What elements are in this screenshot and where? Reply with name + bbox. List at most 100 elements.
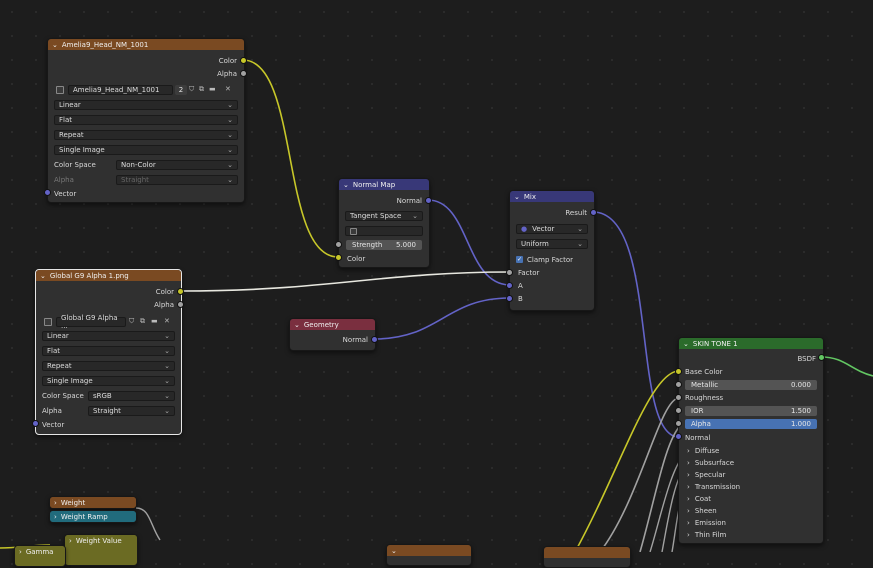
panel-coat[interactable]: › Coat (687, 493, 711, 504)
output-bsdf-label: BSDF (797, 354, 816, 363)
normal-map-node[interactable]: ⌄ Normal Map Normal Tangent Space ⌄ Streng… (338, 178, 430, 268)
weight-node[interactable]: › Weight (49, 496, 137, 509)
bsdf-metallic-socket[interactable] (675, 381, 682, 388)
color-space-select[interactable]: Non-Color ⌄ (116, 160, 238, 170)
link-bsdf-out (820, 356, 873, 377)
bsdf-output-socket[interactable] (818, 354, 825, 361)
projection-select[interactable]: Flat ⌄ (42, 346, 175, 356)
folder-icon[interactable]: ▬ (151, 317, 158, 325)
tex2-color-socket[interactable] (177, 288, 184, 295)
collapse-icon[interactable]: ⌄ (683, 340, 689, 348)
panel-transmission[interactable]: › Transmission (687, 481, 740, 492)
weight-ramp-node[interactable]: › Weight Ramp (49, 510, 137, 523)
link-mix-to-bsdf-normal (592, 211, 680, 438)
bsdf-roughness-socket[interactable] (675, 394, 682, 401)
ior-field[interactable]: IOR 1.500 (685, 406, 817, 416)
space-select[interactable]: Tangent Space ⌄ (345, 211, 423, 221)
bsdf-base-color-socket[interactable] (675, 368, 682, 375)
fake-user-shield-icon[interactable]: ⛉ (189, 85, 194, 94)
normalmap-strength-socket[interactable] (335, 241, 342, 248)
mix-a-socket[interactable] (506, 282, 513, 289)
principled-bsdf-node[interactable]: ⌄ SKIN TONE 1 BSDF Base Color Metallic 0.0… (678, 337, 824, 544)
strength-field[interactable]: Strength 5.000 (346, 240, 422, 250)
image-texture-node-alpha[interactable]: ⌄ Global G9 Alpha 1.png Color Alpha Globa… (35, 269, 182, 435)
chevron-right-icon[interactable]: › (54, 513, 57, 521)
interpolation-select[interactable]: Linear ⌄ (54, 100, 238, 110)
image-name-field[interactable]: Amelia9_Head_NM_1001 (68, 85, 173, 95)
collapse-icon[interactable]: ⌄ (52, 41, 58, 49)
source-select[interactable]: Single Image ⌄ (42, 376, 175, 386)
uv-map-field[interactable] (345, 226, 423, 236)
gamma-node[interactable]: › Gamma (14, 545, 66, 567)
factor-mode-select[interactable]: Uniform ⌄ (516, 239, 588, 249)
tex1-alpha-socket[interactable] (240, 70, 247, 77)
panel-thin-film[interactable]: › Thin Film (687, 529, 726, 540)
projection-select[interactable]: Flat ⌄ (54, 115, 238, 125)
color-space-select[interactable]: sRGB ⌄ (88, 391, 175, 401)
alpha-field[interactable]: Alpha 1.000 (685, 419, 817, 429)
close-icon[interactable]: ✕ (164, 317, 170, 325)
clamp-factor-checkbox[interactable]: ✓ Clamp Factor (516, 254, 573, 265)
node-header[interactable]: ⌄ Global G9 Alpha 1.png (36, 270, 181, 281)
normalmap-color-socket[interactable] (335, 254, 342, 261)
fake-user-shield-icon[interactable]: ⛉ (129, 317, 134, 326)
tex2-alpha-socket[interactable] (177, 301, 184, 308)
panel-sheen[interactable]: › Sheen (687, 505, 717, 516)
mix-factor-socket[interactable] (506, 269, 513, 276)
collapse-icon[interactable]: ⌄ (343, 181, 349, 189)
extension-select[interactable]: Repeat ⌄ (54, 130, 238, 140)
collapse-icon[interactable]: ⌄ (514, 193, 520, 201)
image-name-field[interactable]: Global G9 Alpha ... (56, 314, 126, 330)
output-normal-label: Normal (396, 196, 422, 205)
chevron-right-icon[interactable]: › (54, 499, 57, 507)
node-header[interactable]: ⌄ Normal Map (339, 179, 429, 190)
chevron-down-icon: ⌄ (227, 116, 233, 124)
weight-value-node[interactable]: › Weight Value (64, 534, 138, 566)
bsdf-alpha-socket[interactable] (675, 420, 682, 427)
input-base-color-label: Base Color (685, 367, 723, 376)
interpolation-select[interactable]: Linear ⌄ (42, 331, 175, 341)
panel-emission[interactable]: › Emission (687, 517, 726, 528)
tex1-color-socket[interactable] (240, 57, 247, 64)
chevron-right-icon[interactable]: › (69, 537, 72, 545)
input-factor-label: Factor (518, 268, 540, 277)
panel-diffuse[interactable]: › Diffuse (687, 445, 719, 456)
tex1-vector-socket[interactable] (44, 189, 51, 196)
normalmap-normal-socket[interactable] (425, 197, 432, 204)
collapse-icon[interactable]: ⌄ (40, 272, 46, 280)
mix-result-socket[interactable] (590, 209, 597, 216)
source-select[interactable]: Single Image ⌄ (54, 145, 238, 155)
data-type-select[interactable]: ● Vector ⌄ (516, 224, 588, 234)
close-icon[interactable]: ✕ (225, 85, 231, 93)
tex2-vector-socket[interactable] (32, 420, 39, 427)
alpha-mode-select[interactable]: Straight ⌄ (88, 406, 175, 416)
mix-b-socket[interactable] (506, 295, 513, 302)
collapse-icon[interactable]: ⌄ (391, 547, 397, 555)
extension-select[interactable]: Repeat ⌄ (42, 361, 175, 371)
mix-vector-node[interactable]: ⌄ Mix Result ● Vector ⌄ Uniform ⌄ ✓ Clamp Fac… (509, 190, 595, 311)
collapse-icon[interactable]: ⌄ (294, 321, 300, 329)
node-header[interactable]: ⌄ SKIN TONE 1 (679, 338, 823, 349)
node-header[interactable]: ⌄ Mix (510, 191, 594, 202)
metallic-field[interactable]: Metallic 0.000 (685, 380, 817, 390)
alpha-mode-label: Alpha (42, 406, 62, 415)
partial-node-bottom-center[interactable]: ⌄ (386, 544, 472, 566)
partial-node-bottom-right[interactable] (543, 546, 631, 568)
chevron-down-icon: ⌄ (577, 225, 583, 233)
geometry-node[interactable]: ⌄ Geometry Normal (289, 318, 376, 351)
duplicate-icon[interactable]: ⧉ (140, 317, 145, 326)
chevron-right-icon: › (687, 494, 690, 503)
image-browse-icon[interactable] (44, 318, 52, 326)
node-header[interactable]: ⌄ Amelia9_Head_NM_1001 (48, 39, 244, 50)
bsdf-ior-socket[interactable] (675, 407, 682, 414)
image-browse-icon[interactable] (56, 86, 64, 94)
panel-specular[interactable]: › Specular (687, 469, 725, 480)
bsdf-normal-socket[interactable] (675, 433, 682, 440)
geometry-normal-socket[interactable] (371, 336, 378, 343)
alpha-mode-select[interactable]: Straight ⌄ (116, 175, 238, 185)
folder-icon[interactable]: ▬ (209, 85, 216, 93)
duplicate-icon[interactable]: ⧉ (199, 85, 204, 94)
node-header[interactable]: ⌄ Geometry (290, 319, 375, 330)
panel-subsurface[interactable]: › Subsurface (687, 457, 734, 468)
image-texture-node-normal[interactable]: ⌄ Amelia9_Head_NM_1001 Color Alpha Amelia… (47, 38, 245, 203)
